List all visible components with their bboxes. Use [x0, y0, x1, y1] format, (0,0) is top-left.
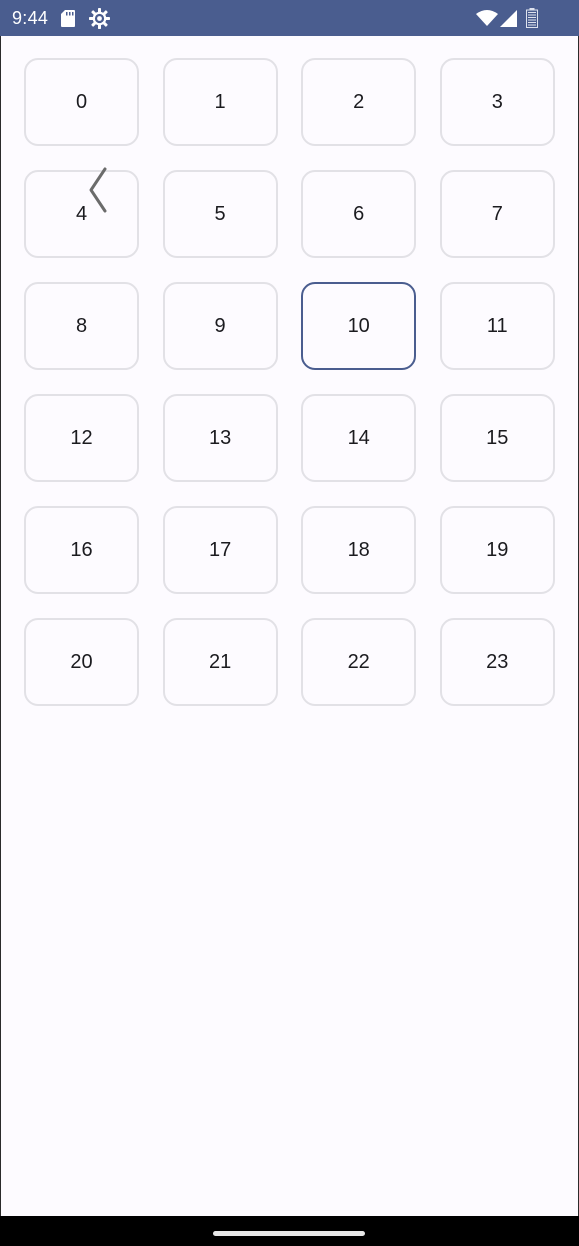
grid-item-14[interactable]: 14 [301, 394, 417, 482]
grid-item-3[interactable]: 3 [439, 58, 555, 146]
grid-item-23[interactable]: 23 [439, 618, 555, 706]
battery-icon [526, 8, 538, 28]
grid-item-11[interactable]: 11 [439, 282, 555, 370]
grid-item-15[interactable]: 15 [439, 394, 555, 482]
grid-item-19[interactable]: 19 [439, 506, 555, 594]
grid-item-6[interactable]: 6 [301, 170, 417, 258]
grid-item-10[interactable]: 10 [301, 282, 417, 370]
grid-item-12[interactable]: 12 [24, 394, 139, 482]
settings-gear-icon [89, 8, 110, 29]
grid-item-9[interactable]: 9 [162, 282, 278, 370]
status-bar: 9:44 [0, 0, 579, 36]
grid-item-5[interactable]: 5 [162, 170, 278, 258]
grid-item-22[interactable]: 22 [301, 618, 417, 706]
grid-item-20[interactable]: 20 [24, 618, 139, 706]
grid-item-13[interactable]: 13 [162, 394, 278, 482]
chevron-left-icon [89, 167, 107, 213]
grid-item-17[interactable]: 17 [162, 506, 278, 594]
grid-item-4[interactable]: 4 [24, 170, 139, 258]
grid-item-21[interactable]: 21 [162, 618, 278, 706]
grid-item-0[interactable]: 0 [24, 58, 139, 146]
signal-icon [500, 10, 517, 27]
grid-item-8[interactable]: 8 [24, 282, 139, 370]
grid-item-1[interactable]: 1 [162, 58, 278, 146]
grid-item-2[interactable]: 2 [301, 58, 417, 146]
sd-card-icon [61, 10, 75, 27]
grid-item-16[interactable]: 16 [24, 506, 139, 594]
home-handle[interactable] [213, 1231, 365, 1236]
grid-item-18[interactable]: 18 [301, 506, 417, 594]
number-grid: 0 1 2 3 4 5 6 7 8 9 10 11 12 13 14 15 16 17 18 19 20 21 22 23 [24, 58, 555, 706]
status-time: 9:44 [12, 8, 49, 28]
wifi-icon [476, 10, 498, 26]
grid-item-7[interactable]: 7 [439, 170, 555, 258]
